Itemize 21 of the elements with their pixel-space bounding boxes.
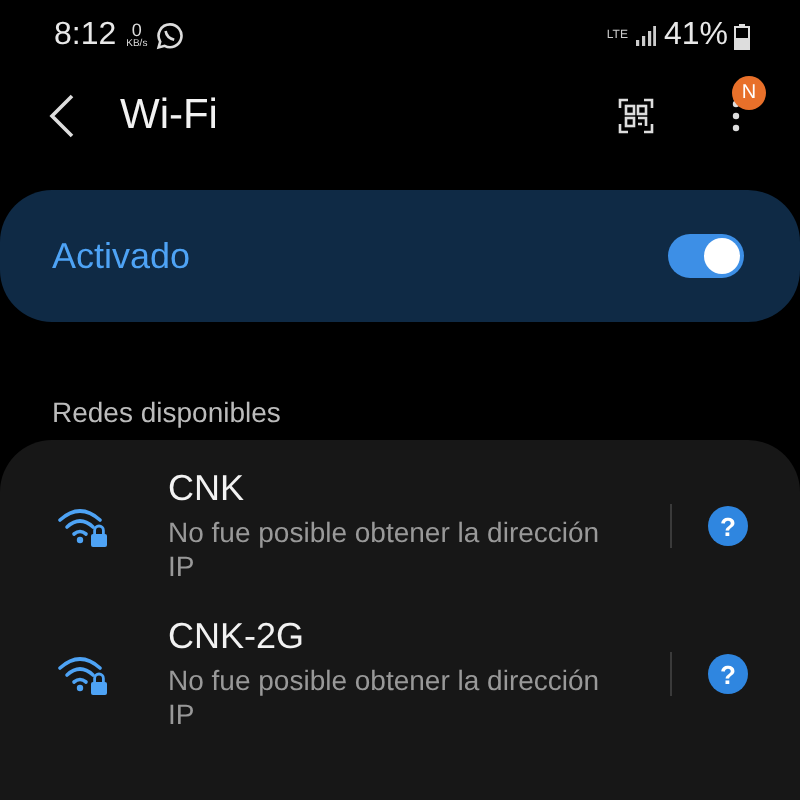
network-status: No fue posible obtener la dirección IP <box>168 664 602 732</box>
battery-percent: 41% <box>663 18 728 54</box>
chat-bubble-icon <box>155 22 184 50</box>
wifi-switch[interactable] <box>668 234 744 278</box>
qr-code-icon[interactable] <box>618 98 654 134</box>
section-title: Redes disponibles <box>52 396 283 428</box>
notification-badge: N <box>732 76 766 110</box>
network-status: No fue posible obtener la dirección IP <box>168 516 602 584</box>
toggle-label: Activado <box>52 235 193 277</box>
status-time: 8:12 <box>54 18 117 54</box>
page-title: Wi-Fi <box>120 92 218 140</box>
network-name[interactable]: CNK <box>168 468 650 510</box>
battery-icon <box>734 23 750 49</box>
net-speed-value: 0 <box>131 22 142 40</box>
network-info-button[interactable]: ? <box>708 506 748 546</box>
network-name[interactable]: CNK-2G <box>168 616 650 658</box>
wifi-lock-icon <box>56 504 110 548</box>
wifi-lock-icon <box>56 652 110 696</box>
signal-icon <box>635 26 656 46</box>
network-info-button[interactable]: ? <box>708 654 748 694</box>
back-icon[interactable] <box>48 94 76 138</box>
